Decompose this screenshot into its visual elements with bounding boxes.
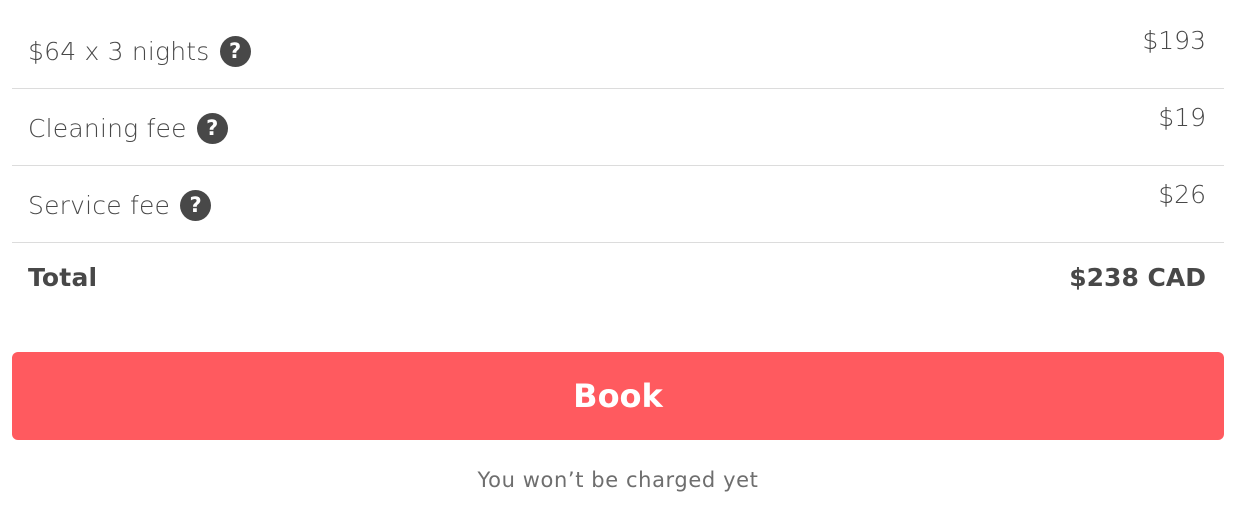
question-circle-icon[interactable]: ? (196, 112, 228, 144)
total-value: $238 CAD (1069, 263, 1206, 292)
price-row-total: Total $238 CAD (12, 243, 1224, 320)
price-breakdown: $64 x 3 nights ? $193 Cleaning fee ? $19… (12, 12, 1224, 320)
question-circle-icon[interactable]: ? (180, 189, 212, 221)
service-fee-value: $26 (1158, 180, 1206, 209)
not-charged-note: You won’t be charged yet (477, 468, 759, 492)
nights-label: $64 x 3 nights (28, 36, 210, 66)
cleaning-fee-value: $19 (1158, 103, 1206, 132)
price-row-nights: $64 x 3 nights ? $193 (12, 12, 1224, 89)
question-circle-icon[interactable]: ? (219, 35, 251, 67)
price-row-service-fee: Service fee ? $26 (12, 166, 1224, 243)
nights-value: $193 (1142, 26, 1206, 55)
service-fee-label: Service fee (28, 190, 171, 220)
booking-price-panel: $64 x 3 nights ? $193 Cleaning fee ? $19… (0, 0, 1246, 518)
total-label: Total (28, 262, 98, 292)
cleaning-fee-label-group: Cleaning fee ? (28, 109, 228, 147)
nights-label-group: $64 x 3 nights ? (28, 32, 251, 70)
service-fee-label-group: Service fee ? (28, 186, 212, 224)
book-button[interactable]: Book (12, 352, 1224, 440)
price-row-cleaning-fee: Cleaning fee ? $19 (12, 89, 1224, 166)
total-label-group: Total (28, 258, 97, 296)
cleaning-fee-label: Cleaning fee (28, 113, 187, 143)
